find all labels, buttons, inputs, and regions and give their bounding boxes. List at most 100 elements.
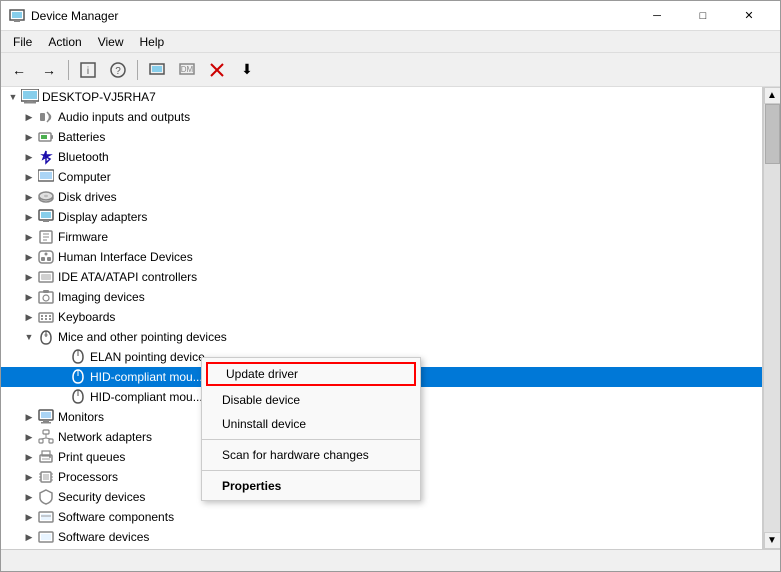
imaging-label: Imaging devices — [58, 290, 145, 304]
software-comp-label: Software components — [58, 510, 174, 524]
hid2-icon — [69, 388, 87, 406]
scan-button[interactable] — [143, 57, 171, 83]
close-button[interactable]: ✕ — [726, 1, 772, 31]
monitors-label: Monitors — [58, 410, 104, 424]
processors-icon — [37, 468, 55, 486]
bluetooth-expand-icon[interactable]: ▶ — [21, 149, 37, 165]
content-area: ▼ DESKTOP-VJ5RHA7 ▶ — [1, 87, 780, 549]
mice-expand-icon[interactable]: ▼ — [21, 329, 37, 345]
imaging-expand-icon[interactable]: ▶ — [21, 289, 37, 305]
ide-label: IDE ATA/ATAPI controllers — [58, 270, 197, 284]
hid1-label: HID-compliant mou... — [90, 370, 203, 384]
help-button[interactable]: ? — [104, 57, 132, 83]
tree-node-keyboards[interactable]: ▶ Keyboards — [1, 307, 762, 327]
context-scan[interactable]: Scan for hardware changes — [202, 443, 420, 467]
tree-node-imaging[interactable]: ▶ Imaging devices — [1, 287, 762, 307]
batteries-icon — [37, 128, 55, 146]
properties-button[interactable]: i — [74, 57, 102, 83]
status-bar — [1, 549, 780, 571]
scroll-up-arrow[interactable]: ▲ — [764, 87, 781, 104]
tree-node-mice[interactable]: ▼ Mice and other pointing devices — [1, 327, 762, 347]
back-button[interactable]: ← — [5, 57, 33, 83]
mice-icon — [37, 328, 55, 346]
ide-expand-icon[interactable]: ▶ — [21, 269, 37, 285]
tree-node-display[interactable]: ▶ Display adapters — [1, 207, 762, 227]
svg-text:?: ? — [115, 66, 121, 77]
ide-icon — [37, 268, 55, 286]
batteries-expand-icon[interactable]: ▶ — [21, 129, 37, 145]
maximize-button[interactable]: □ — [680, 1, 726, 31]
disk-icon — [37, 188, 55, 206]
disk-expand-icon[interactable]: ▶ — [21, 189, 37, 205]
print-label: Print queues — [58, 450, 125, 464]
scroll-thumb[interactable] — [765, 104, 780, 164]
monitors-expand-icon[interactable]: ▶ — [21, 409, 37, 425]
display-icon — [37, 208, 55, 226]
context-disable-device[interactable]: Disable device — [202, 388, 420, 412]
audio-expand-icon[interactable]: ▶ — [21, 109, 37, 125]
svg-text:DM: DM — [181, 65, 194, 74]
tree-node-sound[interactable]: ▶ Sound, video and game controllers — [1, 547, 762, 549]
software-comp-icon — [37, 508, 55, 526]
firmware-icon — [37, 228, 55, 246]
processors-expand-icon[interactable]: ▶ — [21, 469, 37, 485]
software-dev-expand-icon[interactable]: ▶ — [21, 529, 37, 545]
hid-expand-icon[interactable]: ▶ — [21, 249, 37, 265]
sound-icon — [37, 548, 55, 549]
scroll-down-arrow[interactable]: ▼ — [764, 532, 781, 549]
context-properties[interactable]: Properties — [202, 474, 420, 498]
software-comp-expand-icon[interactable]: ▶ — [21, 509, 37, 525]
bluetooth-label: Bluetooth — [58, 150, 109, 164]
tree-node-disk[interactable]: ▶ Disk drives — [1, 187, 762, 207]
tree-node-firmware[interactable]: ▶ Firmware — [1, 227, 762, 247]
context-separator-2 — [202, 470, 420, 471]
scroll-track[interactable] — [764, 104, 781, 532]
keyboards-label: Keyboards — [58, 310, 115, 324]
root-expand-icon[interactable]: ▼ — [5, 89, 21, 105]
device-tree[interactable]: ▼ DESKTOP-VJ5RHA7 ▶ — [1, 87, 763, 549]
tree-node-audio[interactable]: ▶ Audio inputs and outputs — [1, 107, 762, 127]
computer-expand-icon[interactable]: ▶ — [21, 169, 37, 185]
elan-label: ELAN pointing device — [90, 350, 205, 364]
menu-action[interactable]: Action — [40, 33, 89, 51]
display-expand-icon[interactable]: ▶ — [21, 209, 37, 225]
forward-button[interactable]: → — [35, 57, 63, 83]
network-expand-icon[interactable]: ▶ — [21, 429, 37, 445]
firmware-label: Firmware — [58, 230, 108, 244]
tree-node-bluetooth[interactable]: ▶ Bluetooth — [1, 147, 762, 167]
menu-bar: File Action View Help — [1, 31, 780, 53]
tree-node-batteries[interactable]: ▶ Batteries — [1, 127, 762, 147]
context-update-driver[interactable]: Update driver — [206, 362, 416, 386]
bluetooth-icon — [37, 148, 55, 166]
context-uninstall-device[interactable]: Uninstall device — [202, 412, 420, 436]
tree-root-node[interactable]: ▼ DESKTOP-VJ5RHA7 — [1, 87, 762, 107]
display-label: Display adapters — [58, 210, 147, 224]
device-manager-window: Device Manager ─ □ ✕ File Action View He… — [0, 0, 781, 572]
security-icon — [37, 488, 55, 506]
tree-node-ide[interactable]: ▶ IDE ATA/ATAPI controllers — [1, 267, 762, 287]
menu-help[interactable]: Help — [132, 33, 173, 51]
hid1-icon — [69, 368, 87, 386]
toolbar-separator-2 — [137, 60, 138, 80]
batteries-label: Batteries — [58, 130, 105, 144]
tree-node-software-comp[interactable]: ▶ Software components — [1, 507, 762, 527]
minimize-button[interactable]: ─ — [634, 1, 680, 31]
security-expand-icon[interactable]: ▶ — [21, 489, 37, 505]
menu-view[interactable]: View — [90, 33, 132, 51]
tree-node-hid[interactable]: ▶ Human Interface Devices — [1, 247, 762, 267]
network-label: Network adapters — [58, 430, 152, 444]
update-driver-button[interactable]: DM — [173, 57, 201, 83]
vertical-scrollbar[interactable]: ▲ ▼ — [763, 87, 780, 549]
hid-label: Human Interface Devices — [58, 250, 193, 264]
tree-node-computer[interactable]: ▶ Computer — [1, 167, 762, 187]
keyboards-expand-icon[interactable]: ▶ — [21, 309, 37, 325]
uninstall-button[interactable] — [203, 57, 231, 83]
computer-label: Computer — [58, 170, 111, 184]
title-bar: Device Manager ─ □ ✕ — [1, 1, 780, 31]
download-button[interactable]: ⬇ — [233, 57, 261, 83]
print-expand-icon[interactable]: ▶ — [21, 449, 37, 465]
menu-file[interactable]: File — [5, 33, 40, 51]
tree-node-software-dev[interactable]: ▶ Software devices — [1, 527, 762, 547]
root-label: DESKTOP-VJ5RHA7 — [42, 90, 156, 104]
firmware-expand-icon[interactable]: ▶ — [21, 229, 37, 245]
